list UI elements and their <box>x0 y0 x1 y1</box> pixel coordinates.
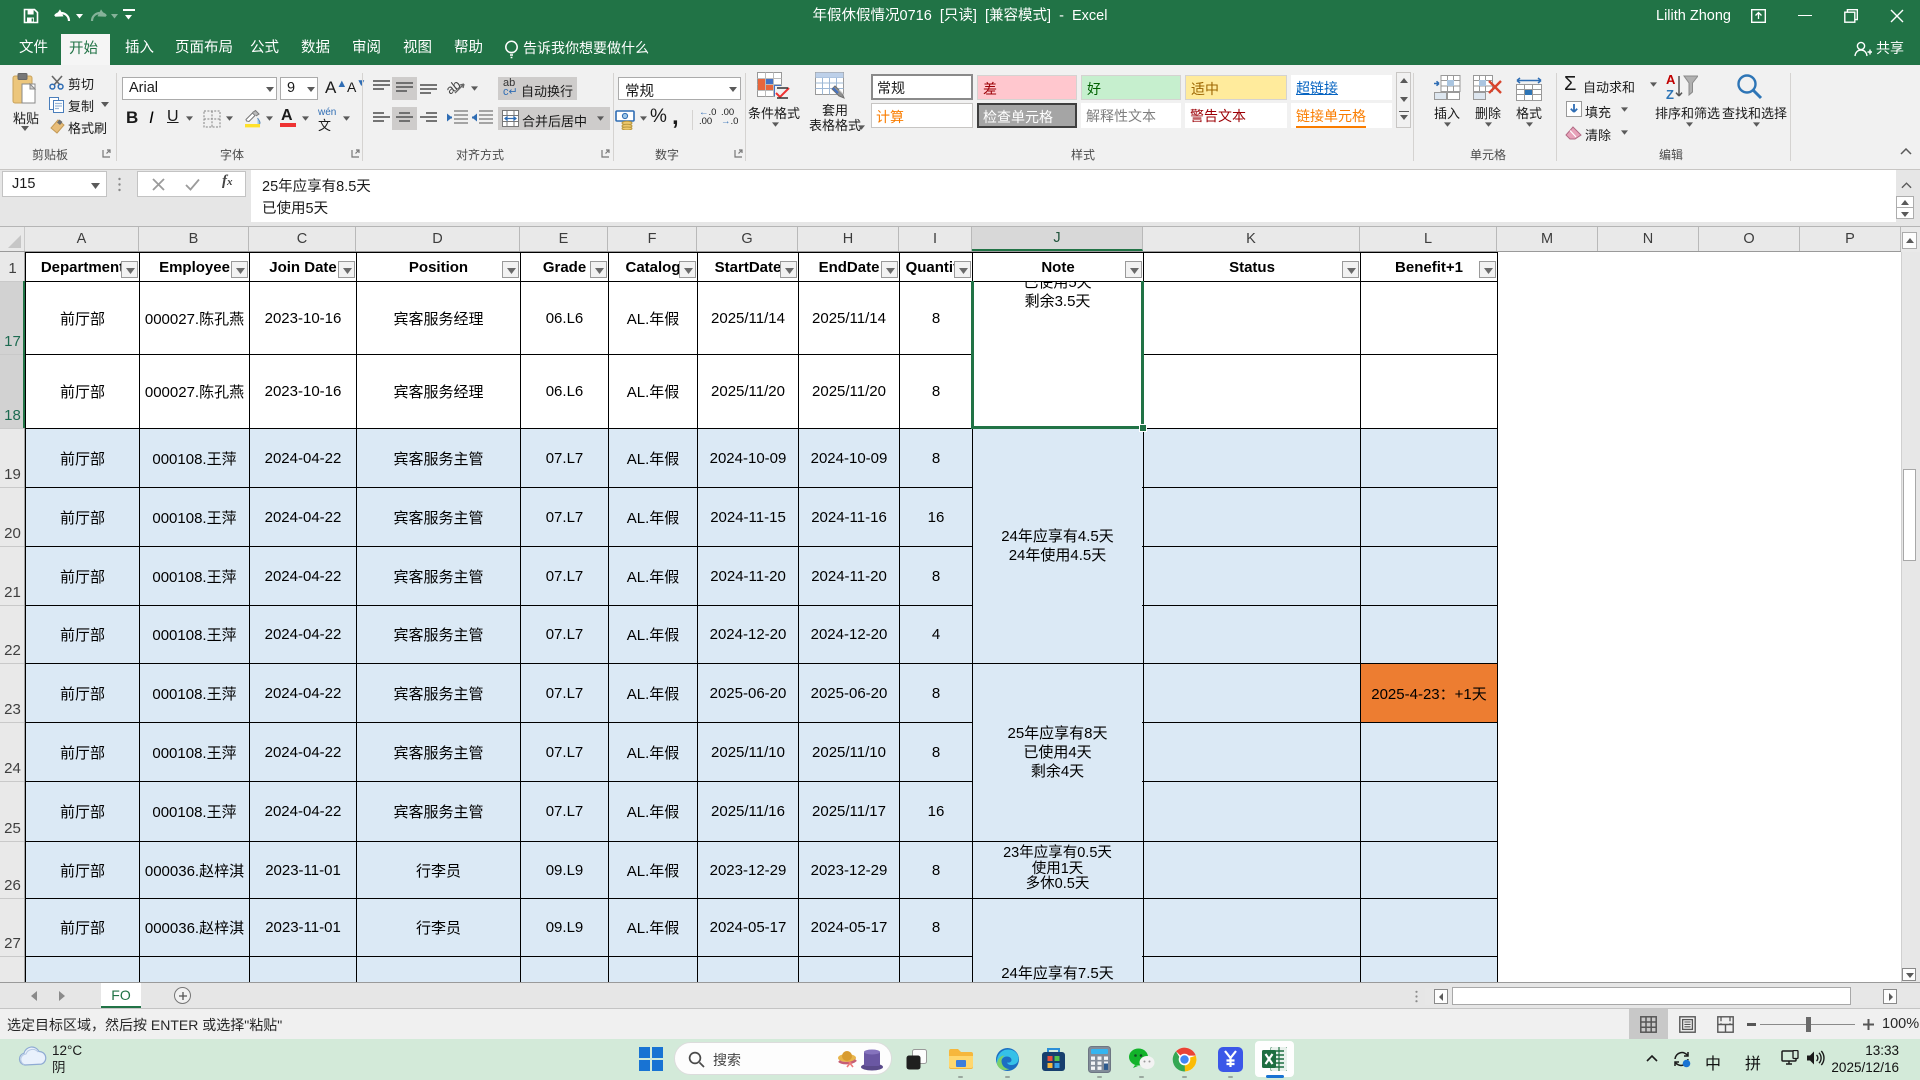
svg-text:A: A <box>1666 72 1676 87</box>
svg-text:Z: Z <box>1666 87 1674 102</box>
